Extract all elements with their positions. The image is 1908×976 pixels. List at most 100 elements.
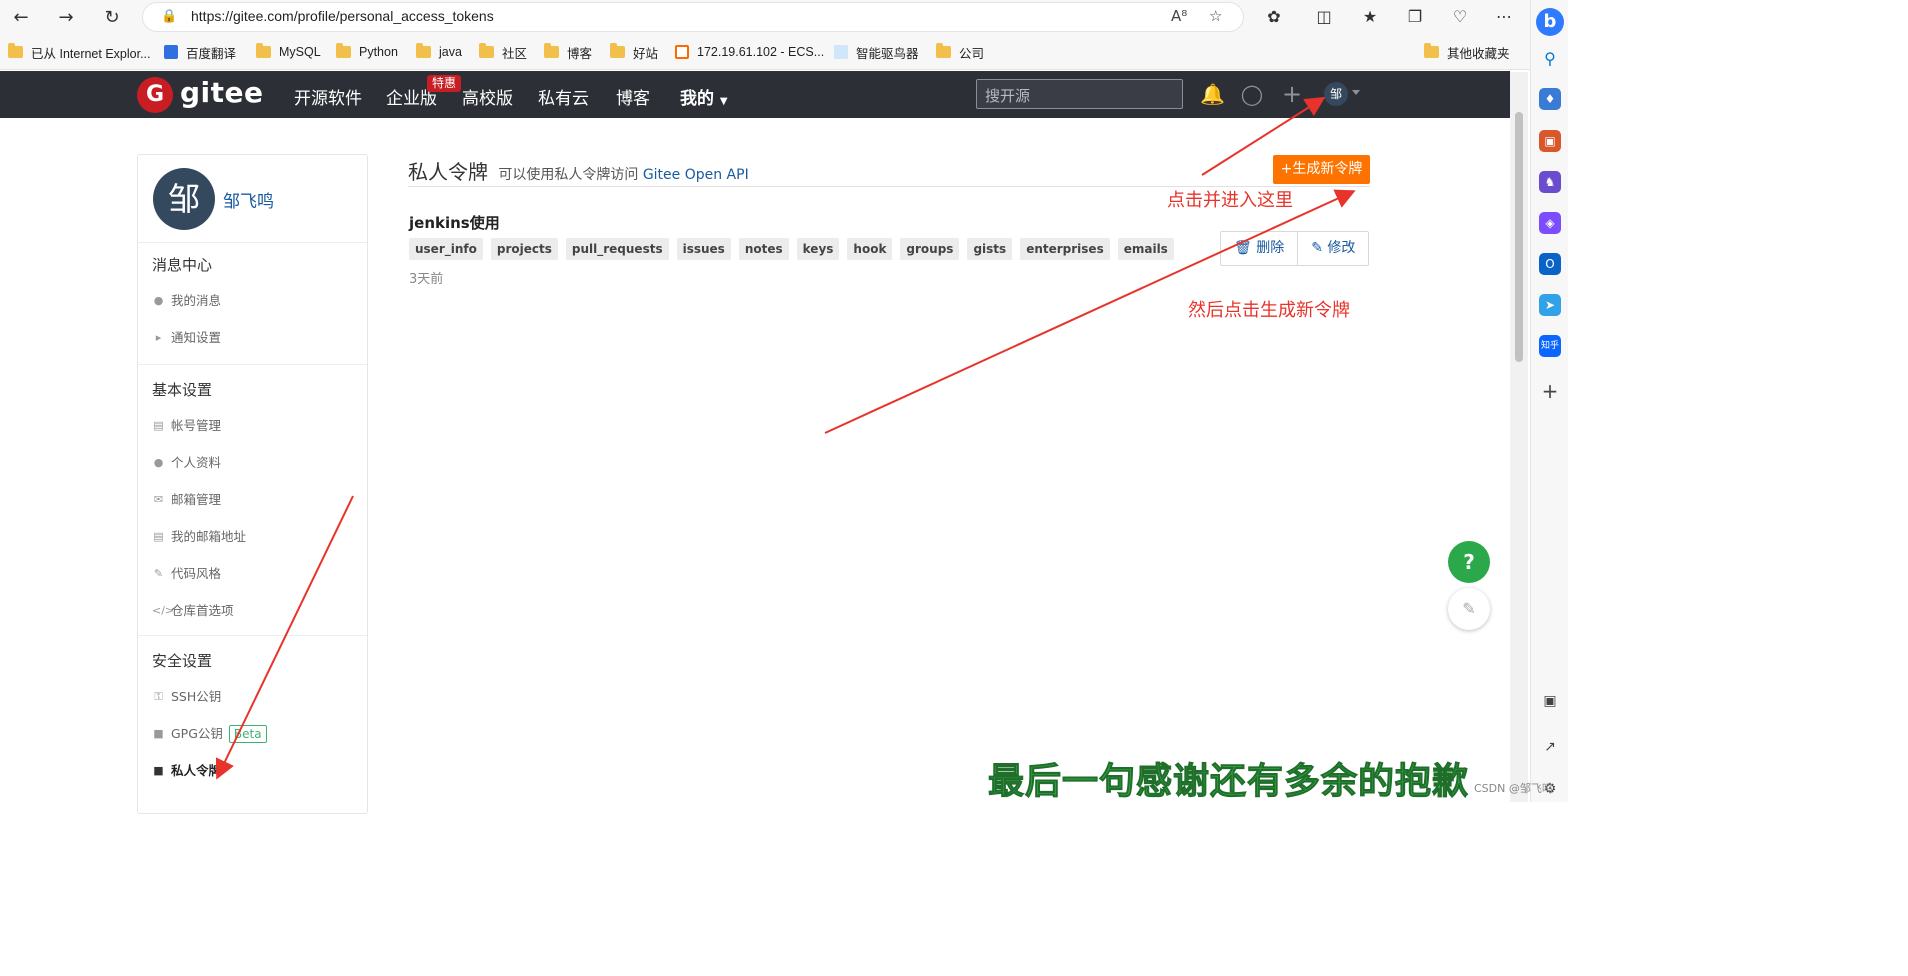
sidebar-item-email-management[interactable]: ✉ 邮箱管理 xyxy=(138,481,367,518)
zhihu-icon[interactable]: 知乎 xyxy=(1539,335,1561,357)
bookmark-item[interactable]: MySQL xyxy=(256,43,321,61)
bookmark-item[interactable]: 社区 xyxy=(479,43,527,61)
sidebar-item-private-tokens[interactable]: ■ 私人令牌 xyxy=(138,752,367,789)
bookmark-item[interactable]: 博客 xyxy=(544,43,592,61)
toolbox-icon[interactable]: ▣ xyxy=(1539,130,1561,152)
folder-icon xyxy=(479,43,494,58)
edit-token-button[interactable]: ✎ 修改 xyxy=(1297,232,1368,265)
bell-icon[interactable]: 🔔 xyxy=(1200,82,1225,106)
bookmark-item[interactable]: Python xyxy=(336,43,398,61)
open-api-link[interactable]: Gitee Open API xyxy=(643,167,749,183)
generate-token-button[interactable]: +生成新令牌 xyxy=(1273,155,1370,184)
favorite-star-icon[interactable]: ☆ xyxy=(1209,7,1222,25)
bookmark-label: 博客 xyxy=(567,46,593,61)
nav-private-cloud[interactable]: 私有云 xyxy=(538,84,589,109)
bookmark-label: 社区 xyxy=(502,46,528,61)
nav-blog[interactable]: 博客 xyxy=(616,84,650,109)
tag-icon[interactable]: ♦ xyxy=(1539,88,1561,110)
token-actions: 🗑 删除 ✎ 修改 xyxy=(1220,231,1370,266)
delete-token-button[interactable]: 🗑 删除 xyxy=(1221,232,1297,265)
annotation-then-click: 然后点击生成新令牌 xyxy=(1188,300,1350,321)
avatar[interactable]: 邹 xyxy=(1324,82,1348,106)
read-aloud-icon[interactable]: A⁸ xyxy=(1171,7,1187,25)
address-bar[interactable]: 🔒 https://gitee.com/profile/personal_acc… xyxy=(142,2,1244,32)
gitee-logo-text[interactable]: gitee xyxy=(180,76,264,109)
settings-sidebar: 邹 邹飞鸣 消息中心 ● 我的消息 ▸ 通知设置 基本设置 ▤ 帐号管理 ● 个人资料 … xyxy=(137,154,368,814)
nav-mine[interactable]: 我的 ▼ xyxy=(680,84,728,109)
bookmark-other-folder[interactable]: 其他收藏夹 xyxy=(1424,43,1510,61)
lightbulb-icon[interactable]: ◯ xyxy=(1240,82,1264,106)
bookmark-item[interactable]: 172.19.61.102 - ECS... xyxy=(675,43,824,61)
extensions-icon[interactable]: ✿ xyxy=(1262,5,1286,29)
user-name[interactable]: 邹飞鸣 xyxy=(223,187,274,212)
outlook-icon[interactable]: O xyxy=(1539,253,1561,275)
page-title: 私人令牌 可以使用私人令牌访问 Gitee Open API xyxy=(408,156,749,185)
folder-icon xyxy=(936,43,951,58)
sidebar-item-repo-preferences[interactable]: </> 仓库首选项 xyxy=(138,592,367,629)
help-button[interactable]: ? xyxy=(1448,541,1490,583)
section-title: 基本设置 xyxy=(152,381,213,399)
folder-icon xyxy=(256,43,271,58)
sidebar-item-label: 私人令牌 xyxy=(171,763,222,778)
baidu-translate-icon xyxy=(164,45,178,59)
bookmark-label: 智能驱鸟器 xyxy=(856,46,919,61)
nav-opensource[interactable]: 开源软件 xyxy=(294,84,362,109)
health-icon[interactable]: ♡ xyxy=(1448,5,1472,29)
bookmark-label: 其他收藏夹 xyxy=(1447,46,1510,61)
scope-tag: hook xyxy=(847,238,893,260)
nav-mine-label: 我的 xyxy=(680,89,714,109)
browser-toolbar: ← → ↻ 🔒 https://gitee.com/profile/person… xyxy=(0,0,1530,34)
bookmark-item[interactable]: 百度翻译 xyxy=(164,43,236,61)
collections-icon[interactable]: ❐ xyxy=(1403,5,1427,29)
sidebar-item-ssh-keys[interactable]: ⚿ SSH公钥 xyxy=(138,678,367,715)
bookmark-label: 好站 xyxy=(633,46,659,61)
add-icon[interactable]: + xyxy=(1539,380,1561,402)
chess-icon[interactable]: ♞ xyxy=(1539,171,1561,193)
more-icon[interactable]: ⋯ xyxy=(1492,5,1516,29)
token-name: jenkins使用 xyxy=(409,214,500,232)
search-icon[interactable]: ⚲ xyxy=(1539,48,1561,70)
edit-label: 修改 xyxy=(1327,240,1356,256)
sidebar-item-notification-settings[interactable]: ▸ 通知设置 xyxy=(138,319,367,356)
id-card-icon: ▤ xyxy=(153,530,164,543)
open-external-icon[interactable]: ↗ xyxy=(1539,736,1561,758)
bookmarks-bar: 已从 Internet Explor... 百度翻译 MySQL Python … xyxy=(0,34,1530,70)
sidebar-item-account[interactable]: ▤ 帐号管理 xyxy=(138,407,367,444)
bookmark-item[interactable]: 公司 xyxy=(936,43,984,61)
folder-icon xyxy=(8,43,23,58)
avatar[interactable]: 邹 xyxy=(153,168,215,230)
sidebar-item-gpg-keys[interactable]: ■ GPG公钥 Beta xyxy=(138,715,367,752)
bookmark-item[interactable]: java xyxy=(416,43,462,61)
screenshot-icon[interactable]: ▣ xyxy=(1539,690,1561,712)
scroll-thumb[interactable] xyxy=(1515,112,1523,362)
caret-down-icon[interactable] xyxy=(1352,90,1360,95)
bookmark-item[interactable]: 智能驱鸟器 xyxy=(834,43,919,61)
sidebar-item-email-address[interactable]: ▤ 我的邮箱地址 xyxy=(138,518,367,555)
sidebar-item-code-style[interactable]: ✎ 代码风格 xyxy=(138,555,367,592)
sidebar-item-my-messages[interactable]: ● 我的消息 xyxy=(138,282,367,319)
search-input[interactable]: 搜开源 xyxy=(976,79,1183,109)
split-screen-icon[interactable]: ◫ xyxy=(1312,5,1336,29)
m365-icon[interactable]: ◈ xyxy=(1539,212,1561,234)
plus-icon[interactable]: + xyxy=(1280,82,1304,106)
bookmark-item[interactable]: 已从 Internet Explor... xyxy=(8,43,151,61)
section-title: 消息中心 xyxy=(152,256,213,274)
edit-icon: ✎ xyxy=(1311,240,1323,256)
bing-icon[interactable]: b xyxy=(1536,8,1564,36)
folder-icon xyxy=(544,43,559,58)
section-title: 安全设置 xyxy=(152,652,213,670)
reload-icon[interactable]: ↻ xyxy=(99,4,125,30)
section-messages: 消息中心 ● 我的消息 ▸ 通知设置 xyxy=(138,243,367,365)
gitee-logo-icon[interactable]: G xyxy=(137,77,173,113)
forward-icon[interactable]: → xyxy=(53,4,79,30)
page-scrollbar[interactable] xyxy=(1510,72,1528,802)
feedback-button[interactable]: ✎ xyxy=(1448,588,1490,630)
nav-education[interactable]: 高校版 xyxy=(462,84,513,109)
brush-icon: ✎ xyxy=(153,567,164,580)
send-icon[interactable]: ➤ xyxy=(1539,294,1561,316)
back-icon[interactable]: ← xyxy=(8,4,34,30)
bookmark-item[interactable]: 好站 xyxy=(610,43,658,61)
sidebar-item-label: 通知设置 xyxy=(171,330,222,345)
sidebar-item-profile[interactable]: ● 个人资料 xyxy=(138,444,367,481)
favorites-icon[interactable]: ★ xyxy=(1358,5,1382,29)
